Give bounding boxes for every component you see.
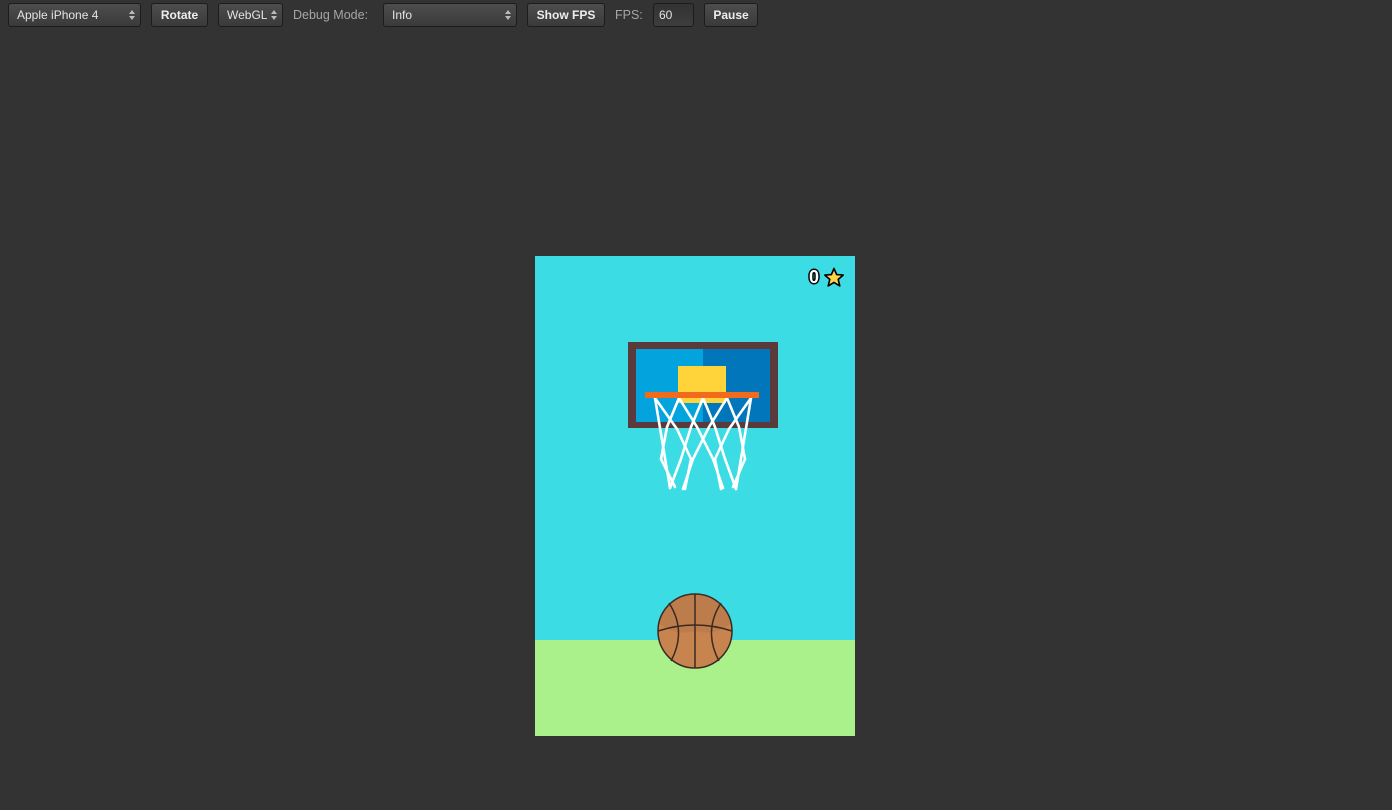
debug-mode-select[interactable]: Info bbox=[383, 3, 517, 27]
renderer-select[interactable]: WebGL bbox=[218, 3, 283, 27]
rotate-button-label: Rotate bbox=[160, 8, 199, 22]
pause-button[interactable]: Pause bbox=[704, 3, 758, 27]
renderer-select-value: WebGL bbox=[227, 8, 268, 22]
backboard bbox=[628, 342, 778, 428]
debug-mode-select-value: Info bbox=[392, 8, 413, 22]
pause-button-label: Pause bbox=[713, 8, 749, 22]
game-canvas[interactable]: 0 bbox=[535, 256, 855, 736]
show-fps-button-label: Show FPS bbox=[536, 8, 596, 22]
device-select[interactable]: Apple iPhone 4 bbox=[8, 3, 141, 27]
select-arrows-icon bbox=[505, 8, 512, 22]
fps-label: FPS: bbox=[615, 8, 643, 22]
basketball-hoop bbox=[628, 342, 778, 491]
hoop-rim bbox=[645, 392, 759, 398]
basketball[interactable] bbox=[657, 593, 733, 669]
device-select-value: Apple iPhone 4 bbox=[17, 8, 99, 22]
fps-input-value: 60 bbox=[659, 8, 673, 22]
show-fps-button[interactable]: Show FPS bbox=[527, 3, 605, 27]
select-arrows-icon bbox=[129, 8, 136, 22]
score-counter: 0 bbox=[808, 267, 819, 287]
toolbar: Apple iPhone 4 Rotate WebGL Debug Mode: … bbox=[0, 0, 1392, 30]
debug-mode-label: Debug Mode: bbox=[293, 8, 369, 22]
fps-input[interactable]: 60 bbox=[653, 3, 694, 27]
select-arrows-icon bbox=[271, 8, 278, 22]
rotate-button[interactable]: Rotate bbox=[151, 3, 208, 27]
star-icon bbox=[823, 267, 845, 287]
